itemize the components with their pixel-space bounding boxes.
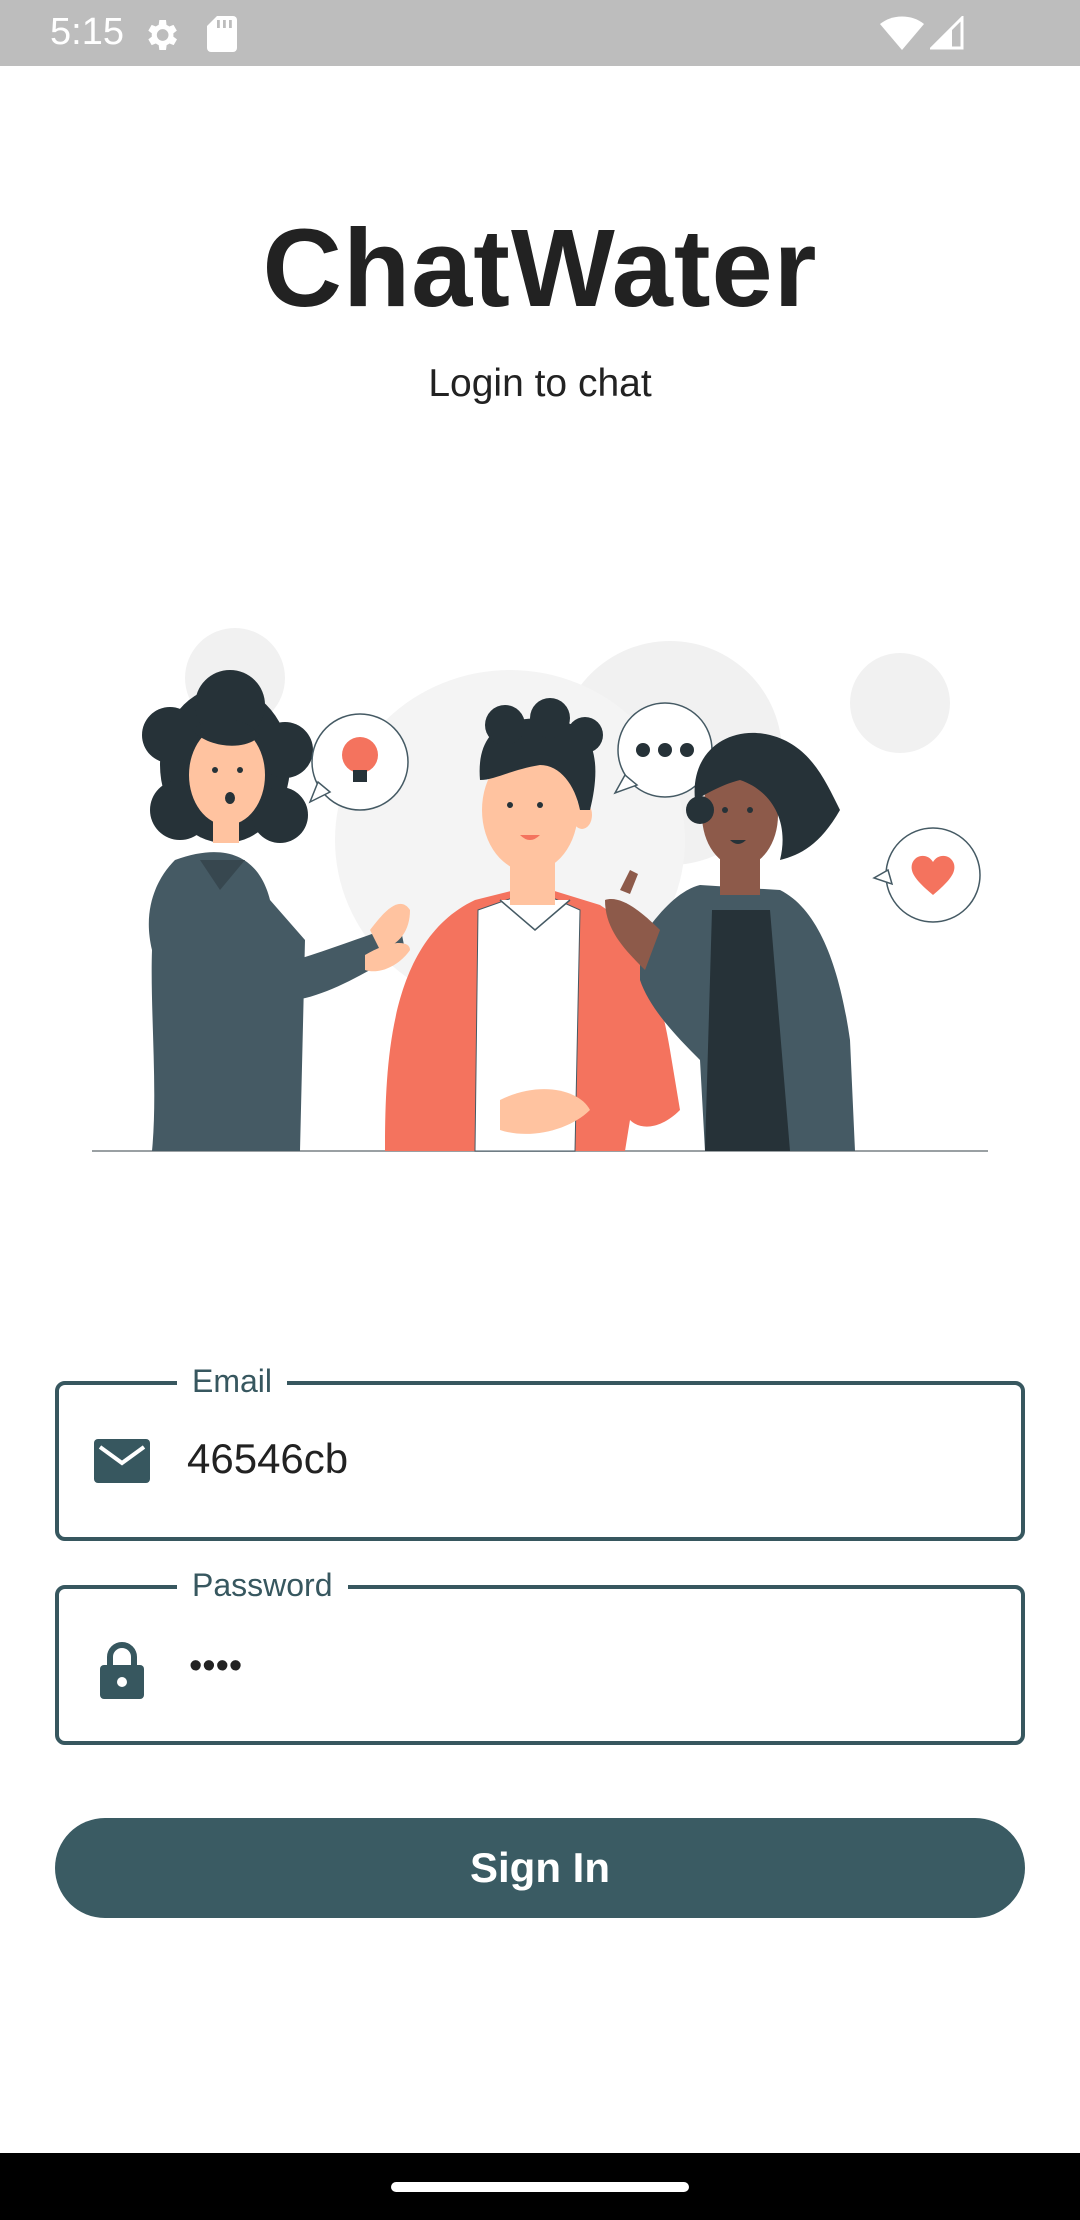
lightbulb-icon	[342, 737, 378, 773]
mail-icon	[94, 1437, 150, 1490]
people-chatting-illustration	[92, 628, 988, 1152]
status-bar: 5:15	[0, 0, 1080, 66]
lock-icon	[94, 1641, 150, 1706]
email-input-value[interactable]: 46546cb	[187, 1435, 987, 1483]
sd-card-icon	[207, 16, 237, 57]
lightbulb-bubble	[308, 713, 409, 811]
password-label: Password	[177, 1562, 348, 1608]
background-circle-right	[850, 653, 950, 753]
password-input-value[interactable]: ••••	[189, 1645, 242, 1688]
cell-signal-icon	[928, 14, 964, 55]
navigation-bar	[0, 2153, 1080, 2220]
password-field[interactable]: Password ••••	[55, 1562, 1025, 1745]
email-label: Email	[177, 1358, 288, 1404]
app-title: ChatWater	[262, 207, 818, 330]
heart-bubble	[872, 827, 981, 923]
email-field[interactable]: Email 46546cb	[55, 1358, 1025, 1541]
app-subtitle: Login to chat	[428, 362, 652, 405]
home-indicator[interactable]	[391, 2182, 689, 2192]
settings-gear-icon	[141, 15, 181, 60]
status-time: 5:15	[50, 11, 124, 53]
sign-in-button[interactable]: Sign In	[55, 1818, 1025, 1918]
wifi-icon	[880, 16, 924, 55]
